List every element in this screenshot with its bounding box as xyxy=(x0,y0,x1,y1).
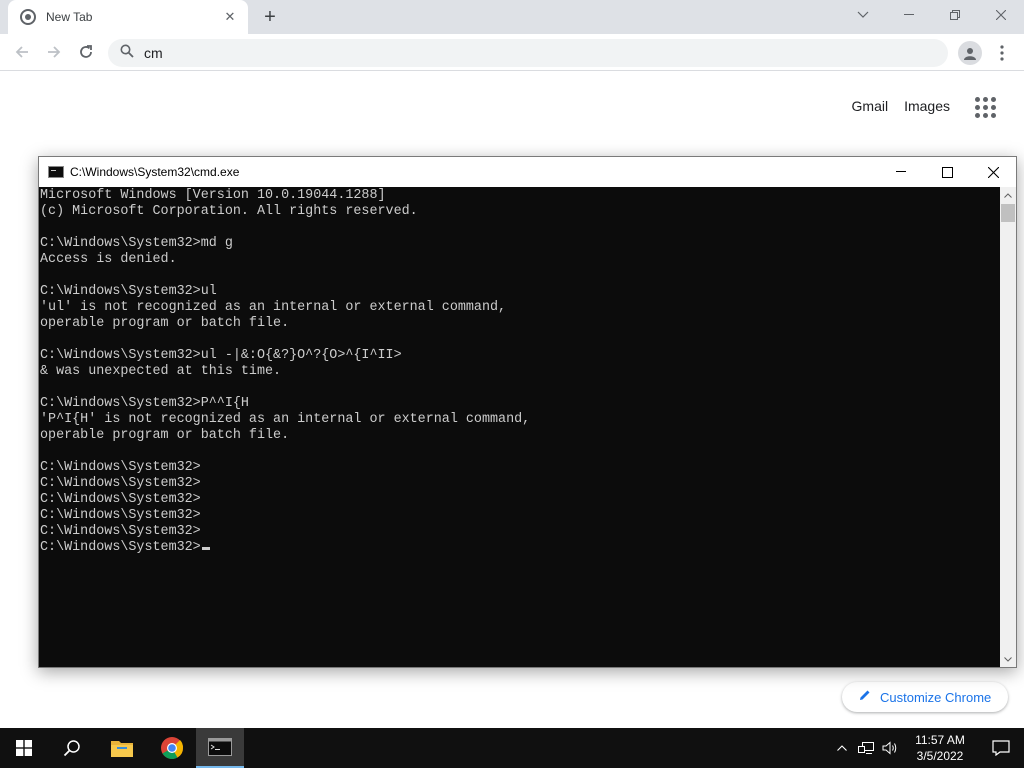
console-line: C:\Windows\System32>P^^I{H xyxy=(40,396,249,411)
file-explorer-icon[interactable] xyxy=(98,728,146,768)
console-line: C:\Windows\System32> xyxy=(40,476,201,491)
console-line: C:\Windows\System32>ul -|&:O{&?}O^?{O>^{… xyxy=(40,348,402,363)
tab-new-tab[interactable]: New Tab ✕ xyxy=(8,0,248,34)
console-line: C:\Windows\System32> xyxy=(40,524,201,539)
console-line: operable program or batch file. xyxy=(40,316,290,331)
console-line: (c) Microsoft Corporation. All rights re… xyxy=(40,204,418,219)
cmd-close-button[interactable] xyxy=(970,157,1016,187)
console-line: Access is denied. xyxy=(40,252,177,267)
tab-search-icon[interactable] xyxy=(840,0,886,30)
scroll-thumb[interactable] xyxy=(1001,204,1015,222)
new-tab-button[interactable]: + xyxy=(258,5,282,29)
cmd-taskbar-icon[interactable] xyxy=(196,728,244,768)
console-output[interactable]: Microsoft Windows [Version 10.0.19044.12… xyxy=(39,187,1000,667)
browser-toolbar xyxy=(0,34,1024,71)
volume-icon[interactable] xyxy=(878,728,902,768)
console-line: C:\Windows\System32>md g xyxy=(40,236,233,251)
profile-avatar-icon[interactable] xyxy=(958,41,982,65)
console-line: C:\Windows\System32>ul xyxy=(40,284,217,299)
chrome-tab-strip: New Tab ✕ + xyxy=(0,0,1024,34)
chrome-taskbar-icon[interactable] xyxy=(148,728,196,768)
cmd-window-title: C:\Windows\System32\cmd.exe xyxy=(70,165,240,179)
console-line: operable program or batch file. xyxy=(40,428,290,443)
cmd-window-controls xyxy=(878,157,1016,187)
windows-taskbar: 11:57 AM 3/5/2022 xyxy=(0,728,1024,768)
console-line: Microsoft Windows [Version 10.0.19044.12… xyxy=(40,188,386,203)
cmd-title-bar[interactable]: C:\Windows\System32\cmd.exe xyxy=(39,157,1016,187)
minimize-button[interactable] xyxy=(886,0,932,30)
console-line: C:\Windows\System32> xyxy=(40,540,1000,556)
console-line: 'P^I{H' is not recognized as an internal… xyxy=(40,412,531,427)
clock-date: 3/5/2022 xyxy=(916,749,964,763)
console-line: & was unexpected at this time. xyxy=(40,364,282,379)
taskbar-clock[interactable]: 11:57 AM 3/5/2022 xyxy=(902,732,978,764)
forward-arrow-icon[interactable] xyxy=(42,40,66,64)
windows-start-icon[interactable] xyxy=(0,728,48,768)
browser-window-controls xyxy=(840,0,1024,30)
chrome-menu-icon[interactable] xyxy=(992,41,1012,65)
notification-icon[interactable] xyxy=(978,728,1024,768)
tab-close-icon[interactable]: ✕ xyxy=(222,9,238,25)
console-line: C:\Windows\System32> xyxy=(40,460,201,475)
restore-button[interactable] xyxy=(932,0,978,30)
address-input[interactable] xyxy=(144,45,844,61)
google-apps-icon[interactable] xyxy=(972,94,996,118)
console-line: C:\Windows\System32> xyxy=(40,508,201,523)
chrome-favicon-icon xyxy=(20,9,36,25)
cmd-maximize-button[interactable] xyxy=(924,157,970,187)
cmd-window: C:\Windows\System32\cmd.exe Microsoft Wi… xyxy=(38,156,1017,668)
scroll-up-arrow-icon[interactable] xyxy=(1000,187,1016,203)
tab-title: New Tab xyxy=(46,10,93,24)
cmd-app-icon xyxy=(48,166,64,178)
console-line: C:\Windows\System32> xyxy=(40,492,201,507)
reload-icon[interactable] xyxy=(74,40,98,64)
scroll-down-arrow-icon[interactable] xyxy=(1000,651,1016,667)
close-button[interactable] xyxy=(978,0,1024,30)
system-tray: 11:57 AM 3/5/2022 xyxy=(830,728,1024,768)
clock-time: 11:57 AM xyxy=(915,733,965,747)
images-link[interactable]: Images xyxy=(904,98,950,114)
pencil-icon xyxy=(858,688,872,707)
search-icon xyxy=(120,44,134,63)
chevron-up-icon[interactable] xyxy=(830,728,854,768)
cmd-minimize-button[interactable] xyxy=(878,157,924,187)
back-arrow-icon[interactable] xyxy=(10,40,34,64)
console-scrollbar[interactable] xyxy=(1000,187,1016,667)
gmail-link[interactable]: Gmail xyxy=(852,98,889,114)
ntp-header-links: Gmail Images xyxy=(852,94,996,118)
text-cursor xyxy=(201,547,210,550)
customize-chrome-label: Customize Chrome xyxy=(880,689,992,705)
network-icon[interactable] xyxy=(854,728,878,768)
search-icon[interactable] xyxy=(48,728,96,768)
console-line: 'ul' is not recognized as an internal or… xyxy=(40,300,507,315)
customize-chrome-button[interactable]: Customize Chrome xyxy=(842,682,1008,712)
omnibox[interactable] xyxy=(108,39,948,67)
